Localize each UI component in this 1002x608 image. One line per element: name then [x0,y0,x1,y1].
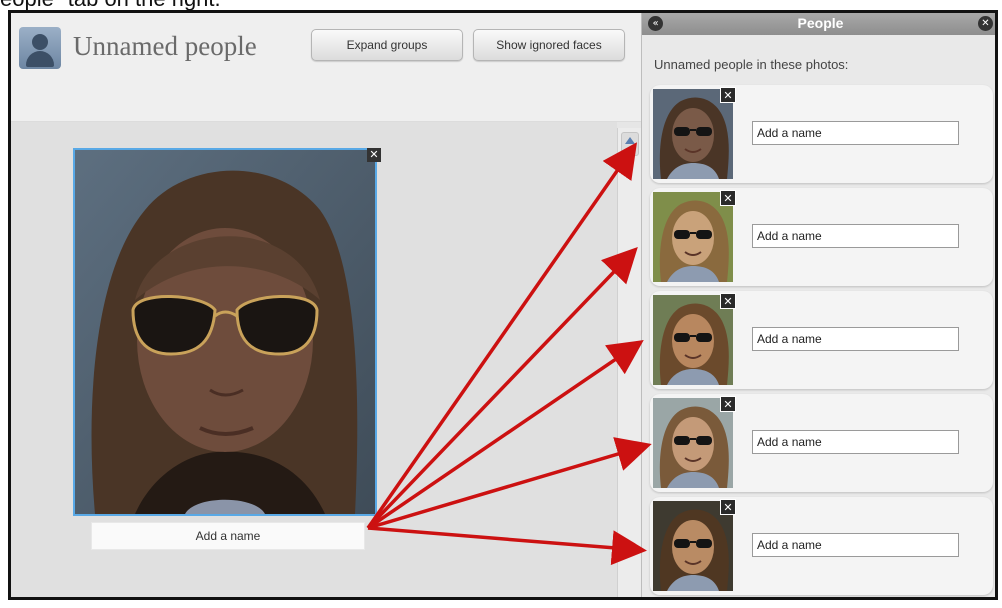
page-title: Unnamed people [73,31,257,61]
people-panel-titlebar: « People ✕ [642,13,995,35]
remove-face-icon[interactable]: ✕ [367,148,381,162]
pane-header: Unnamed people Expand groups Show ignore… [11,13,641,122]
people-panel-subtitle: Unnamed people in these photos: [654,57,849,72]
people-panel-title: People [797,15,844,31]
scroll-up-arrow-icon[interactable] [621,132,639,156]
person-card: ✕ [650,497,993,595]
add-name-input[interactable] [752,430,959,454]
person-card: ✕ [650,85,993,183]
face-thumbnail[interactable] [73,148,377,516]
faces-area: ✕ Add a name [11,122,617,597]
add-name-input[interactable] [752,327,959,351]
people-panel: « People ✕ Unnamed people in these photo… [641,13,995,597]
person-card: ✕ [650,188,993,286]
app-window: Unnamed people Expand groups Show ignore… [8,10,998,600]
add-name-field[interactable]: Add a name [91,522,365,550]
add-name-input[interactable] [752,121,959,145]
show-ignored-faces-button[interactable]: Show ignored faces [473,29,625,61]
remove-person-icon[interactable]: ✕ [720,190,736,206]
remove-person-icon[interactable]: ✕ [720,396,736,412]
add-name-input[interactable] [752,224,959,248]
add-name-input[interactable] [752,533,959,557]
expand-groups-button[interactable]: Expand groups [311,29,463,61]
unnamed-people-pane: Unnamed people Expand groups Show ignore… [11,13,642,597]
remove-person-icon[interactable]: ✕ [720,87,736,103]
person-card: ✕ [650,394,993,492]
person-card: ✕ [650,291,993,389]
remove-person-icon[interactable]: ✕ [720,499,736,515]
scrollbar[interactable] [617,128,642,597]
remove-person-icon[interactable]: ✕ [720,293,736,309]
close-panel-icon[interactable]: ✕ [978,16,993,31]
person-icon [19,27,61,69]
